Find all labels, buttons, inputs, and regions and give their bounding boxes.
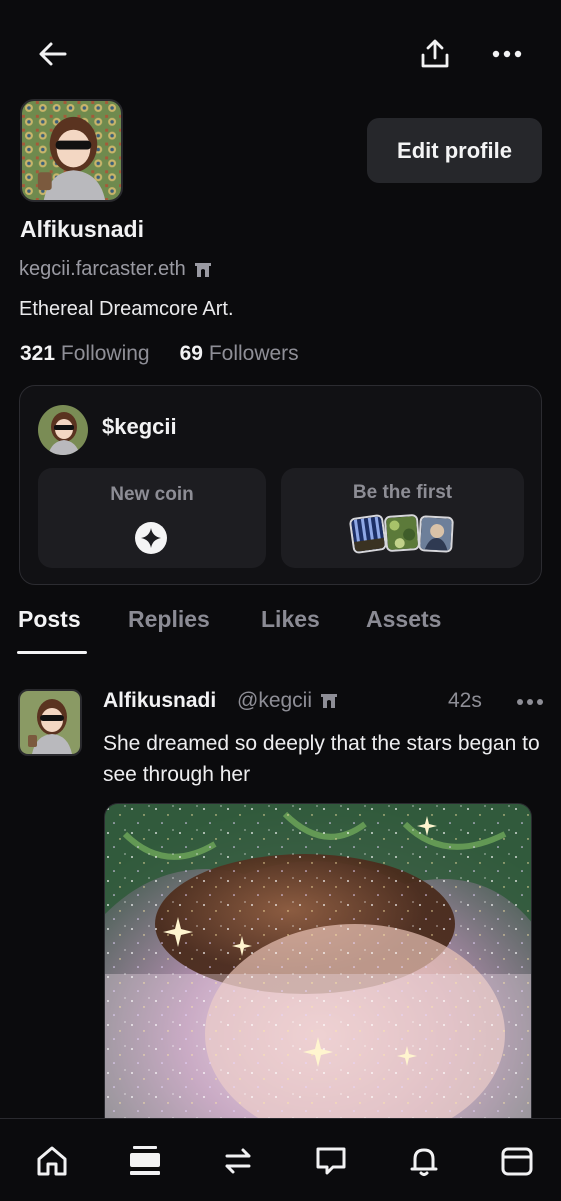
more-horizontal-icon [492,50,522,58]
arch-gate-icon [194,262,211,277]
coin-card: $kegcii New coin Be the first [19,385,542,585]
nav-feed[interactable] [123,1139,167,1183]
more-horizontal-icon [517,699,543,705]
be-first-tile[interactable]: Be the first [281,468,524,568]
followers-label: Followers [208,342,299,365]
holder-thumb [348,513,388,555]
following-count: 321 [20,342,56,365]
coin-name: $kegcii [102,414,177,439]
follow-stats: 321 Following 69 Followers [20,342,299,366]
post-more-button[interactable] [510,688,550,716]
home-icon [37,1146,67,1176]
tab-posts[interactable]: Posts [18,606,81,633]
nav-trade[interactable] [216,1139,260,1183]
tab-assets[interactable]: Assets [366,606,441,633]
swap-arrows-icon [225,1148,251,1174]
post-handle-row: @kegcii [237,689,338,713]
chat-bubble-icon [316,1147,346,1175]
post-timestamp: 42s [448,689,482,712]
username-row: kegcii.farcaster.eth [19,258,212,281]
profile-avatar[interactable] [20,99,123,202]
new-coin-label: New coin [110,484,194,505]
wallet-icon [501,1147,533,1176]
post-author-avatar[interactable] [18,689,82,756]
followers-count: 69 [179,342,203,365]
display-name: Alfikusnadi [20,216,144,242]
nav-wallet[interactable] [495,1139,539,1183]
arch-gate-icon [321,694,338,708]
active-tab-indicator [17,651,87,654]
bio: Ethereal Dreamcore Art. [19,298,234,320]
be-first-label: Be the first [352,482,453,503]
more-options-button[interactable] [484,34,530,74]
sparkle-icon [135,522,167,554]
bell-icon [410,1148,438,1176]
arrow-left-icon [39,42,67,66]
new-coin-tile[interactable]: New coin [38,468,266,568]
post-handle[interactable]: @kegcii [237,689,312,713]
post-author-name[interactable]: Alfikusnadi [103,689,216,713]
holder-thumb [418,515,454,553]
nav-home[interactable] [30,1139,74,1183]
post-text: She dreamed so deeply that the stars beg… [103,732,540,786]
profile-tabs: Posts Replies Likes Assets [0,600,561,658]
nav-notifications[interactable] [402,1139,446,1183]
back-button[interactable] [30,34,76,74]
followers-link[interactable]: 69 Followers [180,342,299,366]
tab-likes[interactable]: Likes [261,606,320,633]
share-upload-icon [421,39,449,68]
edit-profile-button[interactable]: Edit profile [367,118,542,183]
bottom-navigation [0,1118,561,1201]
nav-messages[interactable] [309,1139,353,1183]
following-link[interactable]: 321 Following [20,342,150,366]
following-label: Following [60,342,150,365]
holder-thumb [383,513,421,553]
tab-replies[interactable]: Replies [128,606,210,633]
feed-icon [130,1146,160,1175]
username: kegcii.farcaster.eth [19,258,186,280]
share-button[interactable] [412,34,458,74]
post-image[interactable] [104,803,532,1133]
coin-avatar [38,405,88,455]
